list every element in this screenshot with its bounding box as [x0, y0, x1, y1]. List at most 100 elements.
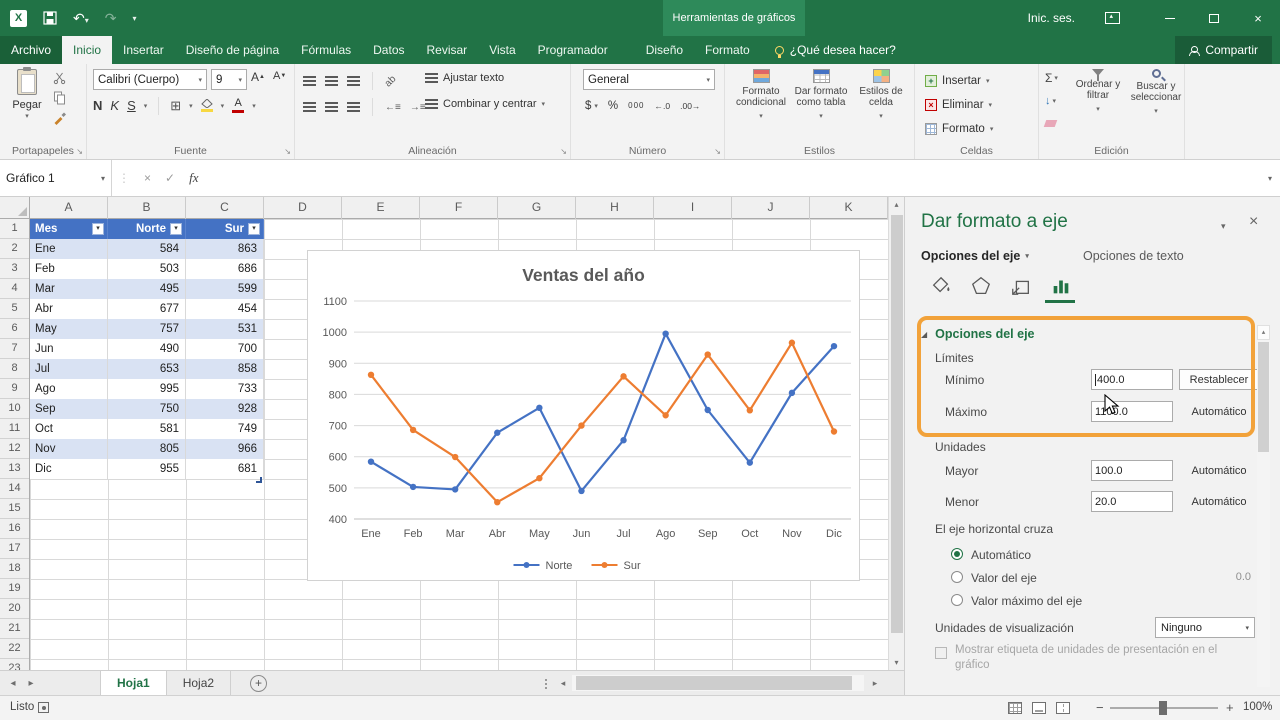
formula-input[interactable]: [232, 160, 1256, 196]
scroll-up-icon[interactable]: ▴: [889, 197, 904, 212]
column-header-d[interactable]: D: [264, 197, 342, 219]
fill-button[interactable]: ↓▾: [1045, 95, 1056, 107]
paste-button[interactable]: Pegar ▾: [5, 69, 49, 120]
pane-tab-text-options[interactable]: Opciones de texto: [1083, 249, 1184, 263]
ribbon-tab-diseno[interactable]: Diseño: [635, 36, 694, 64]
cell-B3[interactable]: 503: [108, 259, 186, 279]
page-break-view-icon[interactable]: [1056, 702, 1070, 714]
row-header-21[interactable]: 21: [0, 619, 29, 639]
filter-icon-sur[interactable]: ▾: [248, 223, 260, 235]
radio-max-value[interactable]: [951, 594, 963, 606]
cell-B11[interactable]: 581: [108, 419, 186, 439]
format-cells-button[interactable]: Formato▾: [925, 119, 993, 139]
name-box[interactable]: Gráfico 1▾: [0, 160, 112, 196]
new-sheet-button[interactable]: +: [250, 675, 267, 692]
row-header-22[interactable]: 22: [0, 639, 29, 659]
cell-C4[interactable]: 599: [186, 279, 264, 299]
row-header-1[interactable]: 1: [0, 219, 29, 239]
cell-B6[interactable]: 757: [108, 319, 186, 339]
sort-filter-button[interactable]: Ordenar y filtrar ▾: [1071, 69, 1125, 115]
table-header-sur[interactable]: Sur▾: [186, 219, 264, 239]
maximum-auto-button[interactable]: Automático: [1179, 401, 1259, 422]
row-header-9[interactable]: 9: [0, 379, 29, 399]
cut-icon[interactable]: [52, 71, 67, 85]
format-painter-icon[interactable]: [52, 111, 67, 125]
column-header-f[interactable]: F: [420, 197, 498, 219]
row-header-2[interactable]: 2: [0, 239, 29, 259]
cell-A9[interactable]: Ago: [30, 379, 108, 399]
radio-automatic[interactable]: [951, 548, 963, 560]
sheet-nav-left-icon[interactable]: ◂: [4, 671, 22, 696]
cell-A3[interactable]: Feb: [30, 259, 108, 279]
row-header-23[interactable]: 23: [0, 659, 29, 670]
column-header-k[interactable]: K: [810, 197, 888, 219]
filter-icon-norte[interactable]: ▾: [170, 223, 182, 235]
merge-center-button[interactable]: Combinar y centrar ▾: [425, 98, 545, 110]
column-header-a[interactable]: A: [30, 197, 108, 219]
row-header-3[interactable]: 3: [0, 259, 29, 279]
hscroll-right-icon[interactable]: ▸: [868, 675, 882, 691]
minimum-input[interactable]: 400.0: [1091, 369, 1173, 390]
ribbon-tab-vista[interactable]: Vista: [478, 36, 526, 64]
page-layout-view-icon[interactable]: [1032, 702, 1046, 714]
row-header-19[interactable]: 19: [0, 579, 29, 599]
maximum-input[interactable]: 1100.0: [1091, 401, 1173, 422]
filter-icon-mes[interactable]: ▾: [92, 223, 104, 235]
column-header-e[interactable]: E: [342, 197, 420, 219]
horizontal-scroll-thumb[interactable]: [576, 676, 852, 690]
align-bottom-icon[interactable]: [347, 76, 360, 87]
currency-format-icon[interactable]: $: [585, 100, 591, 112]
row-header-20[interactable]: 20: [0, 599, 29, 619]
italic-button[interactable]: K: [110, 98, 119, 113]
conditional-formatting-button[interactable]: Formato condicional ▾: [731, 69, 791, 122]
decrease-font-icon[interactable]: A▼: [273, 70, 286, 82]
insert-cells-button[interactable]: + Insertar▾: [925, 71, 990, 91]
cell-C8[interactable]: 858: [186, 359, 264, 379]
increase-decimal-icon[interactable]: .00→: [680, 101, 700, 111]
row-header-12[interactable]: 12: [0, 439, 29, 459]
normal-view-icon[interactable]: [1008, 702, 1022, 714]
cell-B13[interactable]: 955: [108, 459, 186, 479]
share-button[interactable]: Compartir: [1175, 36, 1272, 64]
cell-B10[interactable]: 750: [108, 399, 186, 419]
clear-button[interactable]: [1044, 120, 1058, 127]
row-header-18[interactable]: 18: [0, 559, 29, 579]
pane-close-icon[interactable]: ×: [1249, 213, 1258, 231]
formula-bar-splitter[interactable]: ⋮: [118, 171, 130, 185]
sheet-tab-hoja1[interactable]: Hoja1: [100, 671, 167, 696]
expand-formula-bar-icon[interactable]: ▾: [1268, 174, 1272, 183]
font-color-icon[interactable]: A: [232, 98, 244, 113]
table-resize-handle[interactable]: [256, 477, 262, 483]
customize-qat-icon[interactable]: ▾: [132, 14, 136, 23]
orientation-icon[interactable]: ab: [383, 73, 399, 89]
cell-B8[interactable]: 653: [108, 359, 186, 379]
align-middle-icon[interactable]: [325, 76, 338, 87]
insert-function-icon[interactable]: fx: [189, 170, 198, 186]
row-header-15[interactable]: 15: [0, 499, 29, 519]
borders-icon[interactable]: ⊞: [170, 98, 181, 114]
decrease-decimal-icon[interactable]: ←.0: [655, 101, 671, 111]
row-header-8[interactable]: 8: [0, 359, 29, 379]
decrease-indent-icon[interactable]: ←≡: [385, 102, 401, 113]
number-dialog-launcher-icon[interactable]: ↘: [714, 147, 721, 156]
tell-me-box[interactable]: ¿Qué desea hacer?: [775, 36, 896, 64]
ribbon-display-options-icon[interactable]: [1105, 12, 1120, 24]
row-header-5[interactable]: 5: [0, 299, 29, 319]
radio-max-value-label[interactable]: Valor máximo del eje: [971, 594, 1082, 608]
find-select-button[interactable]: Buscar y seleccionar ▾: [1129, 69, 1183, 117]
cell-A7[interactable]: Jun: [30, 339, 108, 359]
copy-icon[interactable]: [52, 91, 67, 105]
cell-A2[interactable]: Ene: [30, 239, 108, 259]
minor-auto-button[interactable]: Automático: [1179, 491, 1259, 512]
cell-B4[interactable]: 495: [108, 279, 186, 299]
maximize-button[interactable]: [1192, 0, 1236, 36]
size-properties-icon[interactable]: [1007, 273, 1035, 299]
column-header-h[interactable]: H: [576, 197, 654, 219]
cell-A5[interactable]: Abr: [30, 299, 108, 319]
ribbon-tab-formulas[interactable]: Fórmulas: [290, 36, 362, 64]
font-size-combo[interactable]: 9▾: [211, 69, 247, 90]
cell-A13[interactable]: Dic: [30, 459, 108, 479]
row-header-7[interactable]: 7: [0, 339, 29, 359]
pane-scroll-thumb[interactable]: [1258, 342, 1269, 452]
format-as-table-button[interactable]: Dar formato como tabla ▾: [791, 69, 851, 122]
